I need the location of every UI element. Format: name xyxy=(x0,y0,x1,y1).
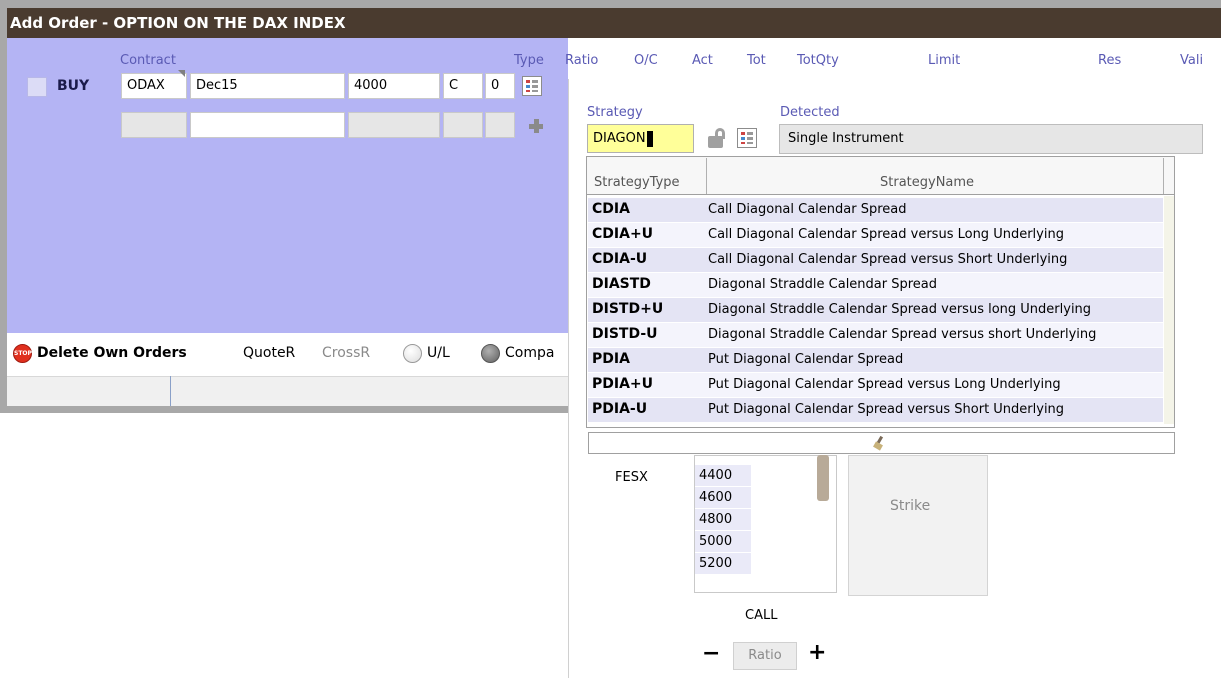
strategy-label: Strategy xyxy=(587,105,643,120)
text-cursor xyxy=(646,130,653,147)
ul-radio-label: U/L xyxy=(427,345,450,361)
dropdown-row[interactable]: PDIA Put Diagonal Calendar Spread xyxy=(588,348,1163,372)
row-strategy-type: DIASTD xyxy=(592,276,651,292)
strike-list-item[interactable]: 4400 xyxy=(695,465,751,486)
row-strategy-name: Diagonal Straddle Calendar Spread xyxy=(708,277,938,292)
header-end-divider xyxy=(1163,158,1164,194)
ratio-field[interactable]: Ratio xyxy=(733,642,797,670)
header-strategy-name[interactable]: StrategyName xyxy=(880,175,974,190)
contract-picker-icon[interactable] xyxy=(522,76,542,96)
column-header-oc: O/C xyxy=(634,53,658,68)
column-header-act: Act xyxy=(692,53,713,68)
strategy-input[interactable]: DIAGON xyxy=(587,124,694,153)
row-strategy-name: Put Diagonal Calendar Spread versus Long… xyxy=(708,377,1061,392)
empty-product-field[interactable] xyxy=(121,112,187,138)
column-header-vali: Vali xyxy=(1180,53,1204,68)
status-divider xyxy=(170,376,171,406)
add-leg-plus-icon[interactable] xyxy=(528,118,544,134)
row-strategy-type: DISTD+U xyxy=(592,301,664,317)
row-strategy-name: Call Diagonal Calendar Spread xyxy=(708,202,907,217)
dropdown-row[interactable]: PDIA+U Put Diagonal Calendar Spread versu… xyxy=(588,373,1163,397)
compa-radio-label: Compa xyxy=(505,345,555,361)
side-label: BUY xyxy=(57,78,90,94)
delete-own-orders-button[interactable]: Delete Own Orders xyxy=(37,345,187,361)
dropdown-row[interactable]: CDIA Call Diagonal Calendar Spread xyxy=(588,198,1163,222)
detected-label: Detected xyxy=(780,105,840,120)
ratio-decrease-button[interactable]: − xyxy=(702,643,720,665)
status-bar xyxy=(7,376,568,406)
row-strategy-type: DISTD-U xyxy=(592,326,658,342)
empty-version-field[interactable] xyxy=(485,112,515,138)
dropdown-row[interactable]: DISTD+U Diagonal Straddle Calendar Spread… xyxy=(588,298,1163,322)
dropdown-scrollbar[interactable] xyxy=(1164,196,1174,424)
row-strategy-name: Diagonal Straddle Calendar Spread versus… xyxy=(708,302,1092,317)
type-field[interactable]: C xyxy=(443,73,483,99)
column-header-res: Res xyxy=(1098,53,1122,68)
row-strategy-name: Put Diagonal Calendar Spread xyxy=(708,352,904,367)
brush-icon[interactable] xyxy=(874,436,886,450)
row-strategy-type: CDIA-U xyxy=(592,251,648,267)
underlying-label: FESX xyxy=(615,470,648,485)
row-strategy-type: PDIA+U xyxy=(592,376,654,392)
lock-icon[interactable] xyxy=(706,128,726,148)
version-field[interactable]: 0 xyxy=(485,73,515,99)
buy-checkbox[interactable] xyxy=(27,77,47,97)
dropdown-row[interactable]: PDIA-U Put Diagonal Calendar Spread versu… xyxy=(588,398,1163,422)
dropdown-row[interactable]: DISTD-U Diagonal Straddle Calendar Spread… xyxy=(588,323,1163,347)
ul-radio[interactable] xyxy=(403,344,422,363)
strike-placeholder: Strike xyxy=(890,498,931,514)
window-title: Add Order - OPTION ON THE DAX INDEX xyxy=(7,8,1221,38)
compa-radio[interactable] xyxy=(481,344,500,363)
column-header-contract: Contract xyxy=(120,53,176,68)
header-strategy-type[interactable]: StrategyType xyxy=(594,175,680,190)
dropdown-row[interactable]: DIASTD Diagonal Straddle Calendar Spread xyxy=(588,273,1163,297)
row-strategy-name: Call Diagonal Calendar Spread versus Lon… xyxy=(708,227,1064,242)
crossr-button[interactable]: CrossR xyxy=(322,345,370,361)
row-strategy-type: PDIA-U xyxy=(592,401,648,417)
empty-type-field[interactable] xyxy=(443,112,483,138)
column-header-ratio: Ratio xyxy=(565,53,599,68)
ratio-increase-button[interactable]: + xyxy=(808,642,826,664)
strike-drop-zone[interactable] xyxy=(848,455,988,596)
option-type-label: CALL xyxy=(745,608,778,623)
dropdown-row[interactable]: CDIA+U Call Diagonal Calendar Spread vers… xyxy=(588,223,1163,247)
stop-icon[interactable]: STOP xyxy=(13,344,32,363)
row-strategy-name: Diagonal Straddle Calendar Spread versus… xyxy=(708,327,1097,342)
strike-list-item[interactable]: 5200 xyxy=(695,553,751,574)
strategy-input-value: DIAGON xyxy=(593,131,646,146)
header-divider xyxy=(706,158,707,194)
strike-field[interactable]: 4000 xyxy=(348,73,440,99)
row-strategy-name: Call Diagonal Calendar Spread versus Sho… xyxy=(708,252,1068,267)
dropdown-row[interactable]: CDIA-U Call Diagonal Calendar Spread vers… xyxy=(588,248,1163,272)
strategy-picker-icon[interactable] xyxy=(737,128,757,148)
dropdown-corner-icon xyxy=(178,70,185,77)
strike-list-item[interactable]: 4600 xyxy=(695,487,751,508)
empty-expiry-field[interactable] xyxy=(190,112,345,138)
column-header-totqty: TotQty xyxy=(797,53,839,68)
expiry-field[interactable]: Dec15 xyxy=(190,73,345,99)
empty-strike-field[interactable] xyxy=(348,112,440,138)
row-strategy-type: PDIA xyxy=(592,351,630,367)
column-header-tot: Tot xyxy=(747,53,766,68)
strike-list-item[interactable]: 5000 xyxy=(695,531,751,552)
column-header-limit: Limit xyxy=(928,53,961,68)
row-strategy-name: Put Diagonal Calendar Spread versus Shor… xyxy=(708,402,1065,417)
column-header-type: Type xyxy=(514,53,544,68)
strike-list-scrollbar[interactable] xyxy=(817,455,829,501)
quoter-button[interactable]: QuoteR xyxy=(243,345,295,361)
row-strategy-type: CDIA xyxy=(592,201,630,217)
strike-list-item[interactable]: 4800 xyxy=(695,509,751,530)
detected-field: Single Instrument xyxy=(779,124,1203,154)
row-strategy-type: CDIA+U xyxy=(592,226,654,242)
